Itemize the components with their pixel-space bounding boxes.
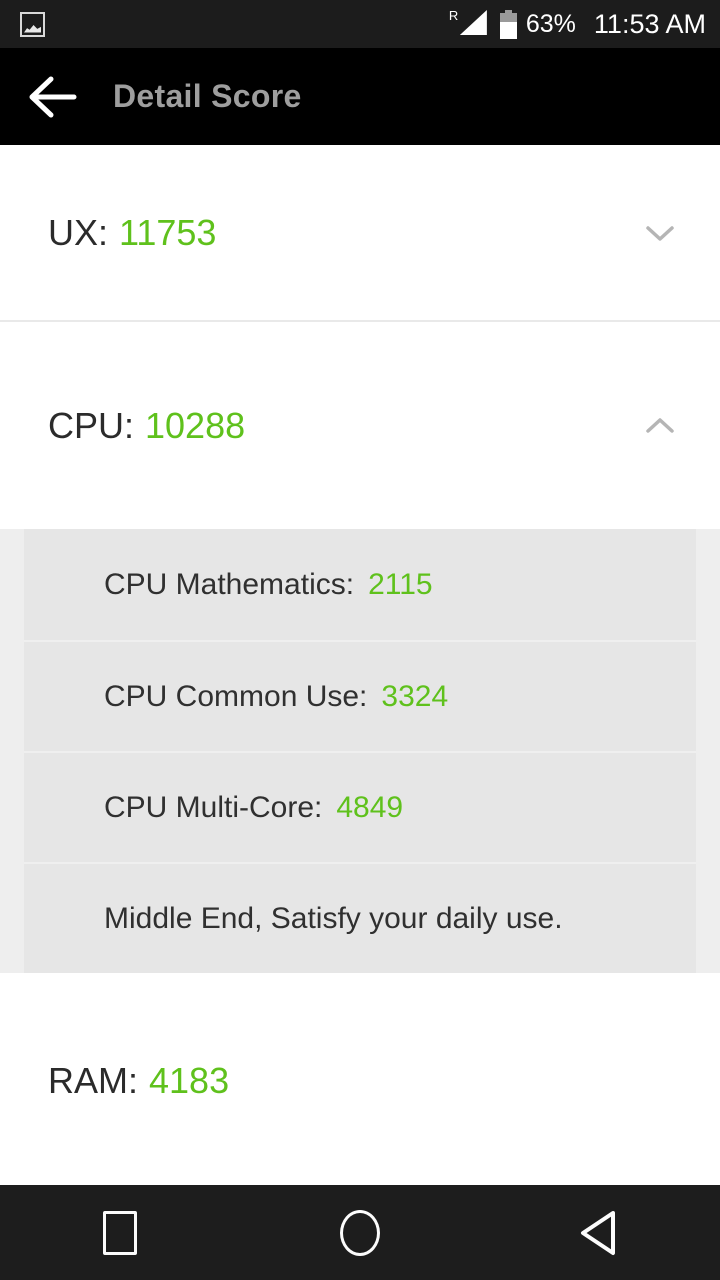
detail-label: CPU Multi-Core: (104, 790, 323, 824)
section-details-cpu: CPU Mathematics: 2115 CPU Common Use: 33… (0, 529, 720, 973)
status-bar-clock: 11:53 AM (593, 8, 706, 39)
section-value-ux: 11753 (119, 211, 217, 253)
app-bar: Detail Score (0, 48, 720, 145)
section-label-ux: UX: (48, 211, 109, 253)
section-value-ram: 4183 (149, 1059, 230, 1101)
chevron-up-icon[interactable] (638, 404, 682, 448)
detail-value: 2115 (368, 567, 433, 601)
screenshot-image-icon (20, 11, 45, 37)
recents-square-icon[interactable] (65, 1185, 175, 1280)
detail-note-row: Middle End, Satisfy your daily use. (24, 862, 696, 973)
page-title: Detail Score (113, 78, 302, 114)
home-circle-icon[interactable] (305, 1185, 415, 1280)
detail-row[interactable]: CPU Mathematics: 2115 (24, 529, 696, 640)
arrow-left-icon[interactable] (27, 71, 79, 123)
performance-note: Middle End, Satisfy your daily use. (104, 901, 563, 935)
section-label-ram: RAM: (48, 1059, 138, 1101)
detail-label: CPU Mathematics: (104, 567, 355, 601)
section-label-cpu: CPU: (48, 404, 135, 446)
back-triangle-icon[interactable] (545, 1185, 655, 1280)
detail-label: CPU Common Use: (104, 679, 368, 713)
score-list: UX: 11753 CPU: 10288 CPU Mathematics: 21… (0, 145, 720, 1185)
detail-row[interactable]: CPU Common Use: 3324 (24, 640, 696, 751)
details-card: CPU Mathematics: 2115 CPU Common Use: 33… (24, 529, 696, 973)
section-header-cpu[interactable]: CPU: 10288 (0, 322, 720, 529)
detail-row[interactable]: CPU Multi-Core: 4849 (24, 751, 696, 862)
status-bar: R 63% 11:53 AM (0, 0, 720, 48)
roaming-indicator: R (448, 8, 459, 23)
system-navigation-bar (0, 1185, 720, 1280)
chevron-down-icon[interactable] (638, 211, 682, 255)
status-bar-right: R 63% 11:53 AM (449, 9, 706, 40)
section-value-cpu: 10288 (145, 404, 246, 446)
signal-triangle-icon: R (449, 9, 491, 39)
battery-percent-label: 63% (525, 9, 576, 38)
phone-screen: R 63% 11:53 AM Detail Score UX: 11753 CP… (0, 0, 720, 1280)
signal-bars-shape (459, 10, 487, 35)
detail-value: 4849 (336, 790, 404, 824)
section-header-ram[interactable]: RAM: 4183 (0, 973, 720, 1185)
battery-icon (499, 9, 517, 39)
detail-value: 3324 (381, 679, 449, 713)
section-header-ux[interactable]: UX: 11753 (0, 145, 720, 320)
status-bar-left (20, 11, 45, 37)
